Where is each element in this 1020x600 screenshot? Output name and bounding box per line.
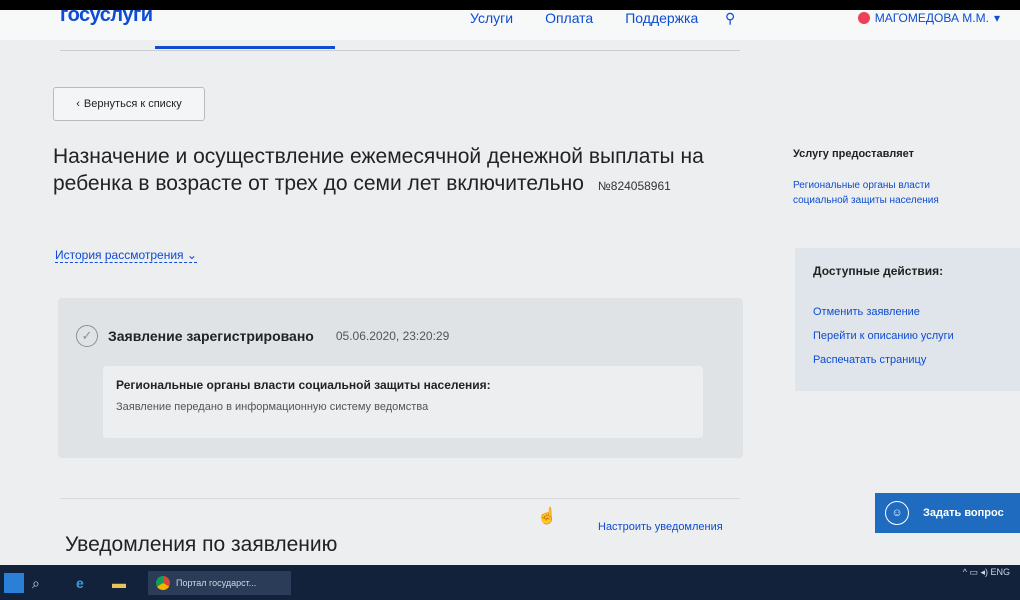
provider-heading: Услугу предоставляет (793, 148, 915, 160)
chrome-tab-label: Портал государст... (176, 578, 257, 588)
chevron-down-icon: ▾ (993, 11, 1000, 25)
cancel-application-link[interactable]: Отменить заявление (813, 306, 920, 318)
tab-underline (60, 50, 740, 51)
actions-heading: Доступные действия: (813, 264, 944, 278)
windows-taskbar: ⌕ e ▬ Портал государст... ^ ▭ ◂) ENG (0, 565, 1020, 600)
actions-panel: Доступные действия: Отменить заявление П… (795, 248, 1020, 391)
active-tab-indicator (155, 46, 335, 49)
file-explorer-icon[interactable]: ▬ (112, 571, 126, 595)
edge-icon[interactable]: e (76, 571, 84, 595)
provider-link[interactable]: Региональные органы власти социальной за… (793, 178, 983, 208)
nav-support[interactable]: Поддержка (625, 10, 698, 26)
chat-bot-icon: ☺ (885, 501, 909, 525)
notification-settings-link[interactable]: Настроить уведомления (598, 521, 723, 533)
taskbar-chrome-tab[interactable]: Портал государст... (148, 571, 291, 595)
site-header: госуслуги Услуги Оплата Поддержка ⚲ МАГО… (0, 10, 1020, 40)
org-title: Региональные органы власти социальной за… (116, 378, 491, 392)
chevron-left-icon: ‹ (76, 98, 80, 110)
check-circle-icon: ✓ (76, 325, 98, 347)
page-title: Назначение и осуществление ежемесячной д… (53, 143, 753, 200)
service-description-link[interactable]: Перейти к описанию услуги (813, 330, 954, 342)
hand-cursor-icon: ☝ (537, 508, 557, 525)
chrome-icon (156, 576, 170, 590)
org-message: Региональные органы власти социальной за… (103, 366, 703, 438)
language-indicator[interactable]: ENG (990, 567, 1010, 577)
nav-services[interactable]: Услуги (470, 10, 513, 26)
org-text: Заявление передано в информационную сист… (116, 401, 429, 413)
user-avatar-icon (857, 12, 870, 24)
ask-question-button[interactable]: ☺ Задать вопрос (875, 493, 1020, 533)
gosuslugi-logo[interactable]: госуслуги (60, 10, 153, 27)
search-icon[interactable]: ⚲ (725, 10, 735, 27)
status-label: Заявление зарегистрировано (108, 328, 314, 344)
user-name: МАГОМЕДОВА М.М. (874, 11, 989, 25)
history-toggle[interactable]: История рассмотрения ⌄ (55, 248, 197, 263)
print-page-link[interactable]: Распечатать страницу (813, 354, 926, 366)
notifications-heading: Уведомления по заявлению (65, 533, 338, 556)
status-row: ✓ Заявление зарегистрировано 05.06.2020,… (76, 325, 449, 347)
tray-icons: ^ ▭ ◂) (962, 567, 991, 577)
status-datetime: 05.06.2020, 23:20:29 (335, 329, 450, 343)
status-card: ✓ Заявление зарегистрировано 05.06.2020,… (58, 298, 743, 458)
application-number: №824058961 (597, 179, 671, 193)
divider (60, 498, 740, 499)
search-icon[interactable]: ⌕ (32, 571, 40, 595)
windows-start-icon[interactable] (4, 573, 24, 593)
ask-question-label: Задать вопрос (923, 507, 1004, 519)
chevron-down-icon: ⌄ (186, 248, 197, 262)
user-menu[interactable]: МАГОМЕДОВА М.М. ▾ (857, 11, 1000, 25)
nav-payment[interactable]: Оплата (545, 10, 593, 26)
back-to-list-button[interactable]: ‹ Вернуться к списку (53, 87, 205, 121)
top-nav: Услуги Оплата Поддержка (470, 10, 698, 26)
back-button-label: Вернуться к списку (83, 98, 182, 110)
history-label: История рассмотрения (55, 248, 184, 262)
browser-viewport: госуслуги Услуги Оплата Поддержка ⚲ МАГО… (0, 10, 1020, 565)
system-tray: ^ ▭ ◂) ENG (963, 567, 1010, 578)
